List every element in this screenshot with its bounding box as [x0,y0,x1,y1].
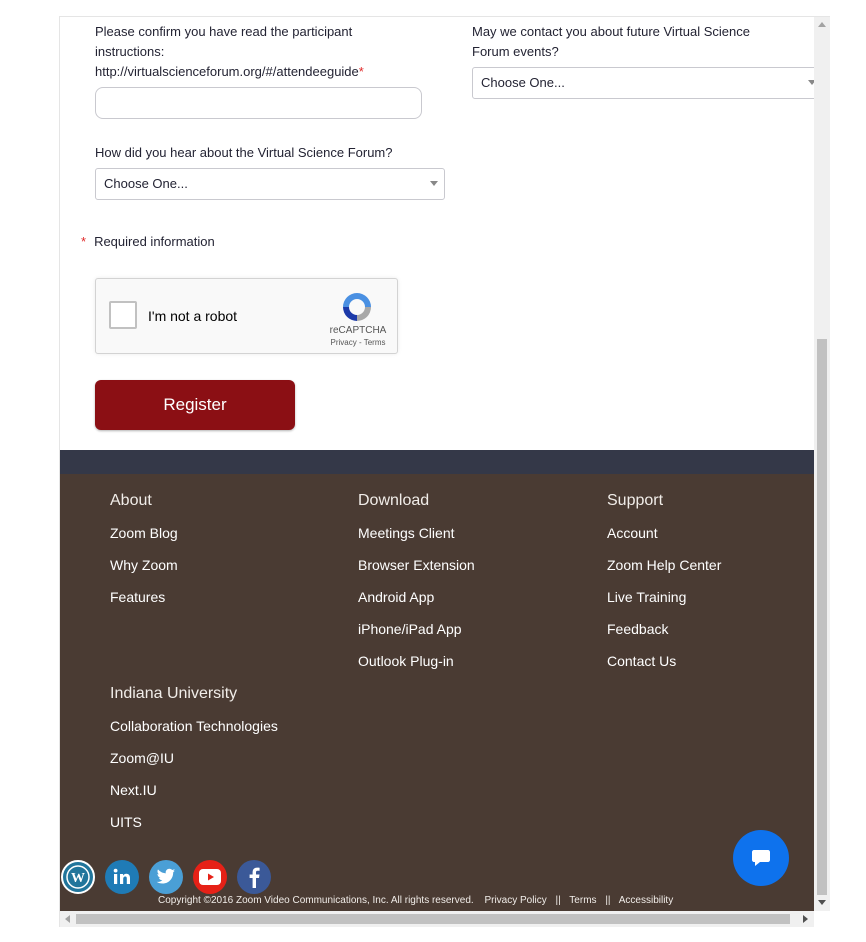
footer-link[interactable]: Collaboration Technologies [110,716,278,748]
footer-link[interactable]: Features [110,587,178,619]
footer-link[interactable]: Android App [358,587,475,619]
label-line: Please confirm you have read the partici… [95,24,353,39]
footer-heading: Download [358,492,430,509]
footer-link[interactable]: Zoom Blog [110,523,178,555]
horizontal-scroll-thumb[interactable] [76,914,790,924]
recaptcha-label: I'm not a robot [148,308,238,324]
copyright-bar: Copyright ©2016 Zoom Video Communication… [158,895,673,906]
footer-top-strip [60,450,814,474]
footer-link[interactable]: Contact Us [607,651,721,683]
footer-col-support: Support Account Zoom Help Center Live Tr… [607,491,721,683]
recaptcha-brand: reCAPTCHA [329,325,387,336]
separator: || [555,895,561,906]
hear-about-label: How did you hear about the Virtual Scien… [95,145,393,160]
wordpress-icon[interactable]: W [61,860,95,894]
site-footer: About Zoom Blog Why Zoom Features Downlo… [60,474,814,911]
recaptcha-links[interactable]: Privacy - Terms [318,338,398,347]
register-button[interactable]: Register [95,380,295,430]
hear-about-select[interactable]: Choose One... [95,168,445,200]
footer-link[interactable]: Why Zoom [110,555,178,587]
scroll-left-icon[interactable] [65,915,70,923]
terms-link[interactable]: Terms [569,895,596,906]
chat-button[interactable] [733,830,789,886]
footer-link[interactable]: Browser Extension [358,555,475,587]
required-note: * Required information [81,234,215,249]
vertical-scrollbar[interactable] [814,17,830,911]
read-instructions-label: Please confirm you have read the partici… [95,22,435,82]
required-star: * [81,234,87,249]
footer-col-iu: Indiana University Collaboration Technol… [110,684,278,844]
privacy-link[interactable]: Privacy Policy [484,895,546,906]
footer-heading: Indiana University [110,685,238,702]
footer-link[interactable]: Account [607,523,721,555]
browser-viewport: Please confirm you have read the partici… [59,16,830,927]
footer-link[interactable]: Live Training [607,587,721,619]
contact-label: May we contact you about future Virtual … [472,22,812,62]
recaptcha-widget: I'm not a robot reCAPTCHA Privacy - Term… [95,278,398,354]
required-star: * [358,64,364,79]
accessibility-link[interactable]: Accessibility [619,895,673,906]
footer-link[interactable]: iPhone/iPad App [358,619,475,651]
label-line: Forum events? [472,44,559,59]
copyright-text: Copyright ©2016 Zoom Video Communication… [158,895,474,906]
recaptcha-logo-icon [343,293,371,321]
recaptcha-checkbox[interactable] [109,301,137,329]
chevron-down-icon [430,181,438,186]
page-content: Please confirm you have read the partici… [60,17,814,911]
scroll-up-icon[interactable] [818,22,826,27]
footer-link[interactable]: Zoom Help Center [607,555,721,587]
footer-link[interactable]: Meetings Client [358,523,475,555]
label-line: May we contact you about future Virtual … [472,24,750,39]
youtube-icon[interactable] [193,860,227,894]
twitter-icon[interactable] [149,860,183,894]
footer-heading: Support [607,492,664,509]
scroll-down-icon[interactable] [818,900,826,905]
linkedin-icon[interactable] [105,860,139,894]
select-value: Choose One... [104,176,188,191]
select-value: Choose One... [481,75,565,90]
footer-col-download: Download Meetings Client Browser Extensi… [358,491,475,683]
label-line: instructions: [95,44,165,59]
footer-link[interactable]: Next.IU [110,780,278,812]
svg-text:W: W [71,871,85,886]
footer-heading: About [110,492,152,509]
scroll-right-icon[interactable] [803,915,808,923]
horizontal-scrollbar[interactable] [60,911,814,927]
label-line: http://virtualscienceforum.org/#/attende… [95,62,435,82]
registration-form: Please confirm you have read the partici… [60,17,814,450]
contact-select[interactable]: Choose One... [472,67,814,99]
vertical-scroll-thumb[interactable] [817,339,827,895]
footer-link[interactable]: Outlook Plug-in [358,651,475,683]
footer-link[interactable]: Feedback [607,619,721,651]
separator: || [605,895,611,906]
chat-bubble-icon [752,850,770,866]
instructions-url: http://virtualscienceforum.org/#/attende… [95,64,359,79]
required-text: Required information [94,234,215,249]
footer-link[interactable]: Zoom@IU [110,748,278,780]
footer-link[interactable]: UITS [110,812,278,844]
facebook-icon[interactable] [237,860,271,894]
footer-col-about: About Zoom Blog Why Zoom Features [110,491,178,619]
read-instructions-input[interactable] [95,87,422,119]
